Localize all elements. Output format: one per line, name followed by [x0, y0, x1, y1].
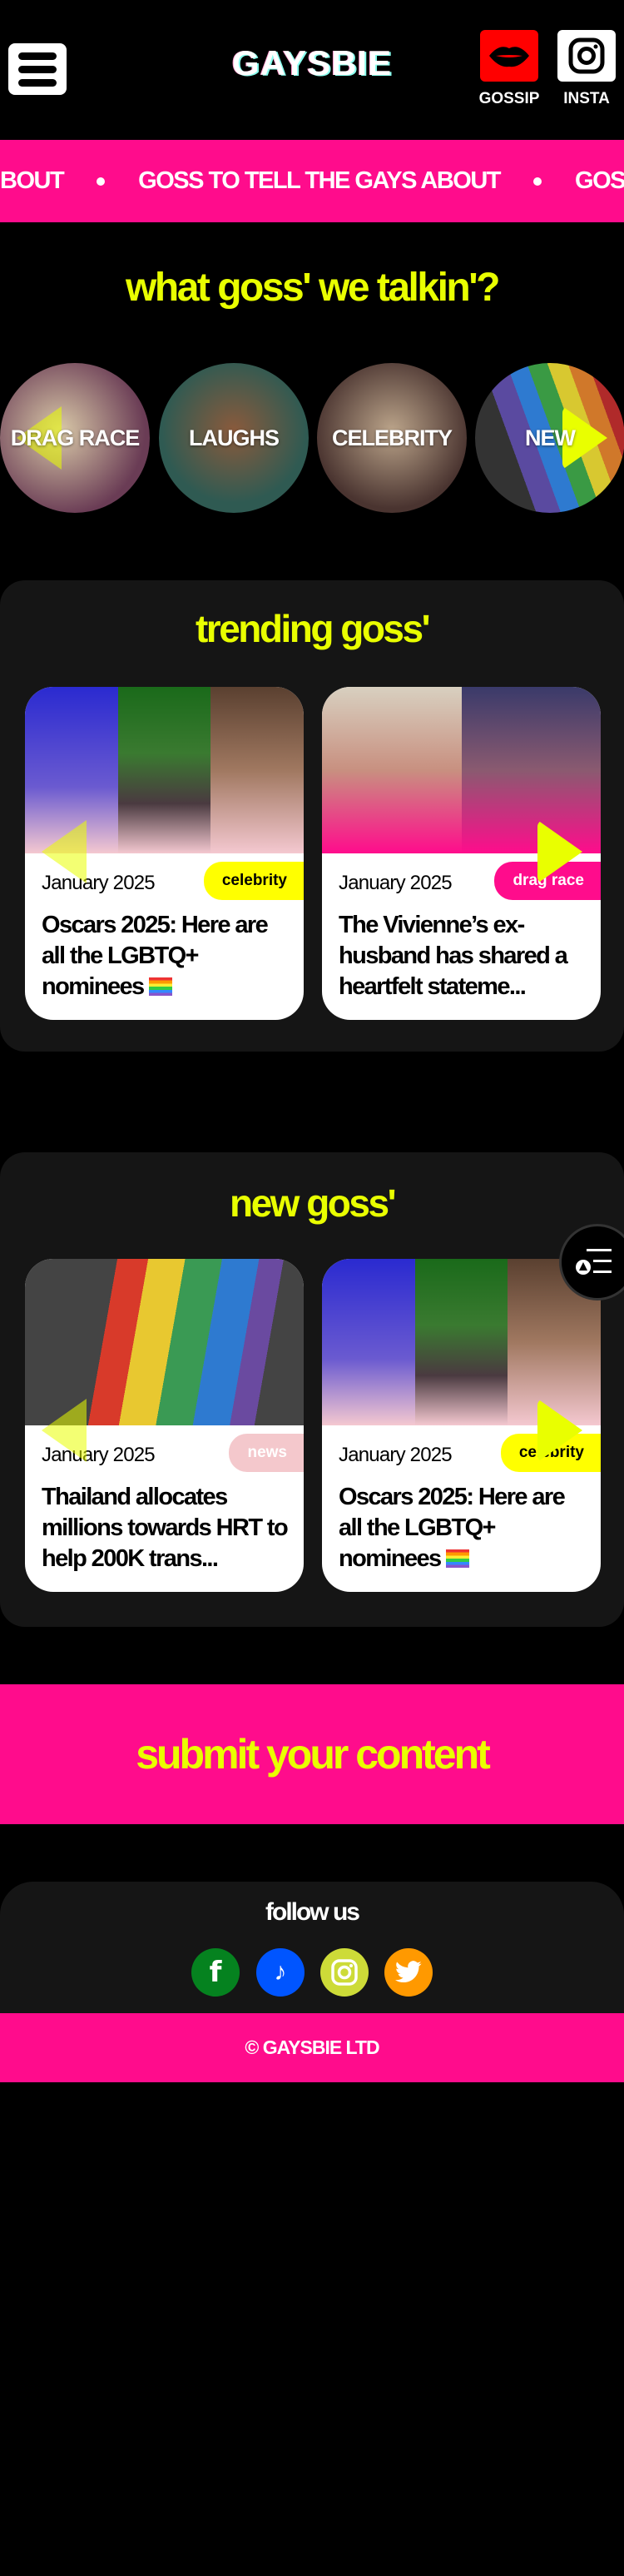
trending-next-arrow[interactable]: [537, 820, 582, 883]
category-badge[interactable]: celebrity: [203, 862, 304, 900]
category-badge[interactable]: news: [229, 1434, 304, 1472]
tiktok-icon: ♪: [274, 1958, 287, 1986]
category-label: CELEBRITY: [331, 425, 453, 450]
follow-title: follow us: [265, 1898, 360, 1926]
new-goss-prev-arrow[interactable]: [42, 1399, 87, 1462]
ticker-text: GOSS TO: [575, 167, 624, 194]
separator-dot: [533, 177, 542, 186]
copyright-text: © GAYSBIE LTD: [245, 2036, 379, 2058]
twitter-icon: [394, 1961, 422, 1983]
trending-prev-arrow[interactable]: [42, 820, 87, 883]
separator-dot: [97, 177, 106, 186]
article-date: January 2025: [339, 1444, 453, 1466]
submit-content-link[interactable]: submit your content: [136, 1730, 491, 1778]
new-goss-next-arrow[interactable]: [537, 1399, 582, 1462]
facebook-icon: f: [209, 1956, 222, 1989]
article-title[interactable]: Oscars 2025: Here are all the LGBTQ+ nom…: [42, 910, 290, 1002]
category-label: LAUGHS: [189, 425, 280, 450]
rainbow-flag-icon: [446, 1549, 470, 1568]
lips-icon: [489, 47, 529, 67]
article-title[interactable]: Oscars 2025: Here are all the LGBTQ+ nom…: [339, 1482, 587, 1574]
rainbow-flag-icon: [149, 977, 173, 996]
instagram-link[interactable]: [320, 1948, 369, 1997]
category-celebrity[interactable]: CELEBRITY: [317, 363, 467, 513]
new-goss-title: new goss': [229, 1181, 397, 1225]
category-laughs[interactable]: LAUGHS: [159, 363, 309, 513]
insta-label[interactable]: INSTA: [553, 90, 620, 108]
ticker-banner: BOUT GOSS TO TELL THE GAYS ABOUT GOSS TO: [0, 140, 624, 222]
category-label: NEW: [525, 425, 576, 450]
submit-content-banner[interactable]: submit your content: [0, 1684, 624, 1824]
gossip-button[interactable]: [480, 30, 538, 82]
article-date: January 2025: [339, 872, 453, 894]
copyright-bar: © GAYSBIE LTD: [0, 2013, 624, 2082]
instagram-icon: [331, 1959, 358, 1986]
insta-button[interactable]: [557, 30, 616, 82]
instagram-icon: [568, 37, 605, 74]
twitter-link[interactable]: [384, 1948, 433, 1997]
category-label: DRAG RACE: [10, 425, 141, 450]
categories-title: what goss' we talkin'?: [126, 266, 500, 310]
gossip-label[interactable]: GOSSIP: [476, 90, 542, 108]
article-title[interactable]: The Vivienne’s ex-husband has shared a h…: [339, 910, 587, 1002]
category-drag-race[interactable]: DRAG RACE: [0, 363, 150, 513]
ticker-text: BOUT: [0, 167, 65, 194]
facebook-link[interactable]: f: [191, 1948, 240, 1997]
article-title[interactable]: Thailand allocates millions towards HRT …: [42, 1482, 290, 1574]
tiktok-link[interactable]: ♪: [256, 1948, 305, 1997]
trending-title: trending goss': [195, 607, 431, 650]
accessibility-list-icon: [576, 1249, 612, 1275]
ticker-text: GOSS TO TELL THE GAYS ABOUT: [138, 167, 501, 194]
